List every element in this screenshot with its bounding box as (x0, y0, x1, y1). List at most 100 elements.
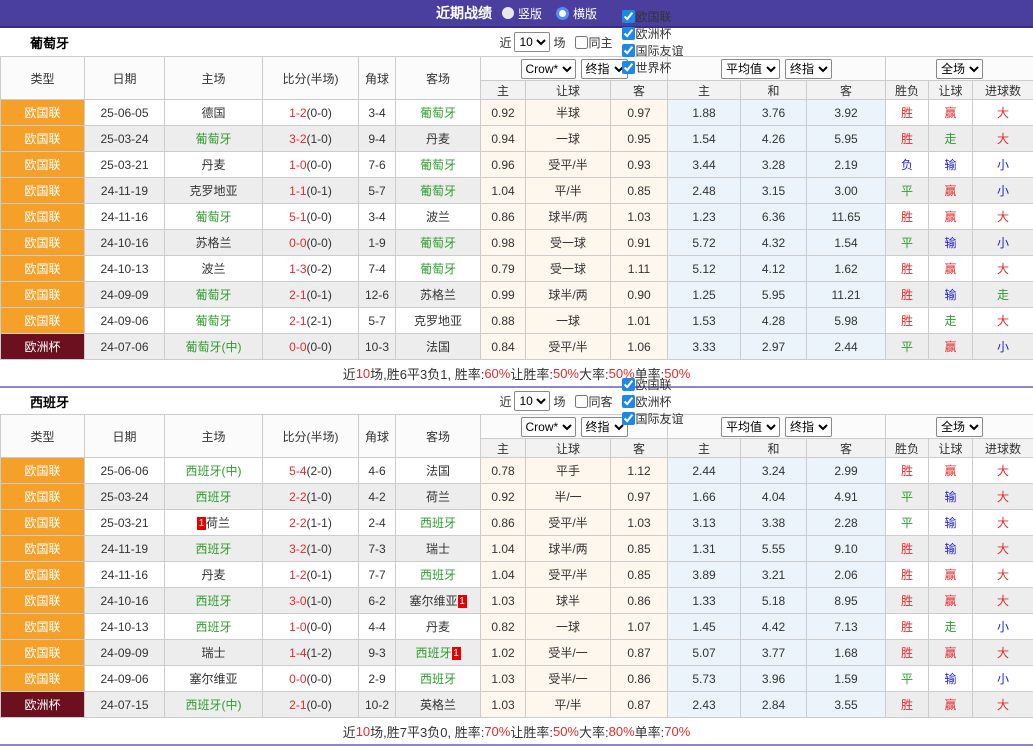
handicap-cell: 受半/一 (526, 640, 611, 666)
summary-segment: 近 (343, 722, 356, 741)
result-cell: 胜 (886, 100, 929, 126)
score-cell: 1-0(0-0) (263, 614, 359, 640)
date-cell: 25-06-05 (85, 100, 165, 126)
avg-home-cell: 3.44 (668, 152, 741, 178)
home-team-cell: 克罗地亚 (165, 178, 263, 204)
home-team-cell: 葡萄牙 (165, 204, 263, 230)
odds-home-cell: 0.92 (481, 100, 526, 126)
full-time-score: 1-0 (289, 620, 306, 634)
home-team-cell: 丹麦 (165, 152, 263, 178)
avg-draw-cell: 6.36 (741, 204, 807, 230)
table-row: 欧国联24-10-16西班牙3-0(1-0)6-2塞尔维亚11.03球半0.86… (1, 588, 1033, 614)
same-side-checkbox[interactable]: 同主 (569, 34, 613, 51)
competition-checkbox[interactable]: 国际友谊 (616, 42, 684, 59)
team-label: 荷兰 (426, 490, 450, 504)
team-label: 葡萄牙 (420, 262, 456, 276)
table-row: 欧国联25-06-06西班牙(中)5-4(2-0)4-6法国0.78平手1.12… (1, 458, 1033, 484)
avg-draw-cell: 4.12 (741, 256, 807, 282)
corner-cell: 3-4 (359, 100, 396, 126)
competition-checkbox-input[interactable] (622, 44, 635, 57)
games-count-select[interactable]: 10 (514, 391, 550, 411)
full-match-select[interactable]: 全场 (936, 59, 983, 79)
goals-result-cell: 大 (973, 126, 1033, 152)
competition-checkbox[interactable]: 欧洲杯 (616, 25, 684, 42)
avg-draw-cell: 3.28 (741, 152, 807, 178)
same-side-checkbox-input[interactable] (575, 36, 588, 49)
away-team-cell: 西班牙1 (396, 640, 481, 666)
red-card-badge: 1 (458, 595, 467, 608)
handicap-result-cell: 输 (929, 230, 973, 256)
date-cell: 24-09-06 (85, 308, 165, 334)
full-time-score: 1-4 (289, 646, 306, 660)
handicap-cell: 受平/半 (526, 562, 611, 588)
handicap-cell: 平/半 (526, 692, 611, 718)
result-cell: 平 (886, 230, 929, 256)
team-label: 葡萄牙 (420, 106, 456, 120)
same-side-checkbox[interactable]: 同客 (569, 393, 613, 410)
result-cell: 胜 (886, 282, 929, 308)
odds-away-cell: 0.90 (611, 282, 668, 308)
score-cell: 2-1(2-1) (263, 308, 359, 334)
corner-cell: 9-4 (359, 126, 396, 152)
average-select[interactable]: 平均值 (721, 417, 780, 437)
odds-away-cell: 1.11 (611, 256, 668, 282)
team-label: 丹麦 (201, 568, 225, 582)
score-cell: 3-2(1-0) (263, 536, 359, 562)
handicap-result-cell: 赢 (929, 458, 973, 484)
col-corner: 角球 (359, 57, 396, 100)
col-date: 日期 (85, 57, 165, 100)
score-cell: 3-0(1-0) (263, 588, 359, 614)
competition-checkbox-input[interactable] (622, 378, 635, 391)
competition-checkbox[interactable]: 欧国联 (616, 8, 684, 25)
handicap-result-cell: 赢 (929, 100, 973, 126)
avg-away-cell: 4.91 (807, 484, 886, 510)
goals-result-cell: 走 (973, 282, 1033, 308)
full-match-select[interactable]: 全场 (936, 417, 983, 437)
home-team-cell: 塞尔维亚 (165, 666, 263, 692)
games-count-select[interactable]: 10 (514, 32, 550, 52)
corner-cell: 9-3 (359, 640, 396, 666)
avg-final-index-select[interactable]: 终指 (785, 417, 832, 437)
competition-checkbox-input[interactable] (622, 395, 635, 408)
half-time-score: (0-0) (307, 340, 332, 354)
result-cell: 平 (886, 510, 929, 536)
handicap-cell: 球半 (526, 588, 611, 614)
corner-cell: 4-6 (359, 458, 396, 484)
competition-filters: 欧国联欧洲杯国际友谊 (616, 376, 684, 427)
competition-checkbox[interactable]: 国际友谊 (616, 410, 684, 427)
home-team-cell: 瑞士 (165, 640, 263, 666)
same-side-checkbox-input[interactable] (575, 395, 588, 408)
odds-away-cell: 0.85 (611, 536, 668, 562)
home-team-cell: 德国 (165, 100, 263, 126)
goals-result-cell: 大 (973, 562, 1033, 588)
half-time-score: (1-0) (307, 542, 332, 556)
date-cell: 24-09-09 (85, 640, 165, 666)
home-team-cell: 西班牙 (165, 588, 263, 614)
competition-checkbox[interactable]: 欧洲杯 (616, 393, 684, 410)
type-cell: 欧国联 (1, 484, 85, 510)
full-time-score: 3-0 (289, 594, 306, 608)
competition-checkbox-input[interactable] (622, 61, 635, 74)
average-select[interactable]: 平均值 (721, 59, 780, 79)
handicap-result-cell: 赢 (929, 640, 973, 666)
away-team-cell: 丹麦 (396, 126, 481, 152)
corner-cell: 4-4 (359, 614, 396, 640)
avg-draw-cell: 3.77 (741, 640, 807, 666)
home-team-cell: 西班牙 (165, 614, 263, 640)
result-cell: 胜 (886, 562, 929, 588)
odds-away-cell: 1.01 (611, 308, 668, 334)
competition-checkbox-input[interactable] (622, 27, 635, 40)
handicap-cell: 平手 (526, 458, 611, 484)
full-time-score: 5-4 (289, 464, 306, 478)
away-team-cell: 苏格兰 (396, 282, 481, 308)
team-label: 西班牙(中) (186, 698, 242, 712)
type-cell: 欧国联 (1, 256, 85, 282)
score-cell: 1-3(0-2) (263, 256, 359, 282)
avg-final-index-select[interactable]: 终指 (785, 59, 832, 79)
handicap-result-cell: 赢 (929, 562, 973, 588)
col-avg-away: 客 (807, 81, 886, 100)
competition-checkbox-input[interactable] (622, 10, 635, 23)
competition-checkbox-input[interactable] (622, 412, 635, 425)
competition-checkbox[interactable]: 欧国联 (616, 376, 684, 393)
competition-checkbox[interactable]: 世界杯 (616, 59, 684, 76)
